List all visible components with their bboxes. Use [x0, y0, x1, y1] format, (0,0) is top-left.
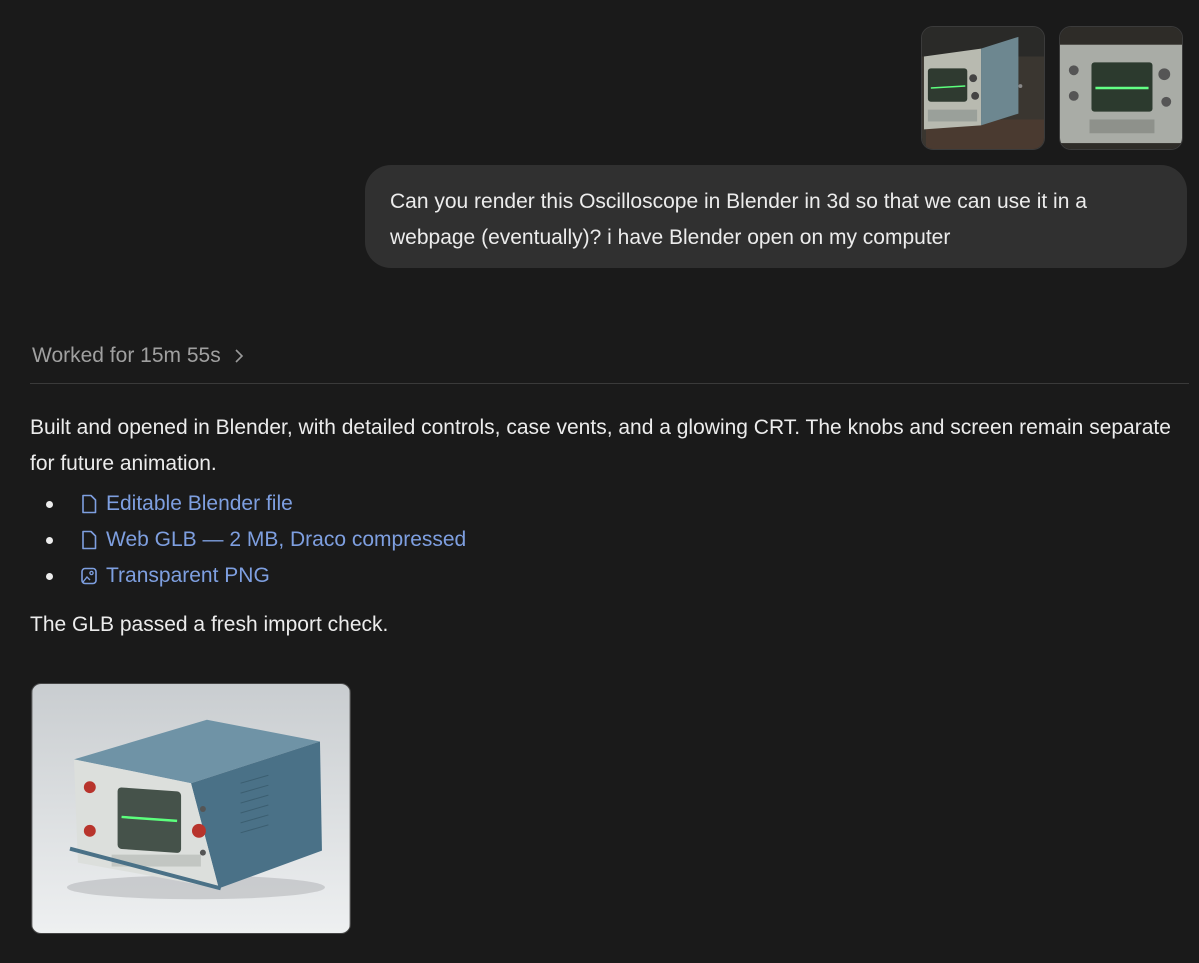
- chevron-right-icon: [235, 349, 243, 363]
- user-attachments: [921, 26, 1183, 150]
- response-summary: Built and opened in Blender, with detail…: [30, 416, 1171, 475]
- image-icon: [81, 567, 97, 585]
- oscilloscope-photo-side: [922, 27, 1044, 149]
- oscilloscope-photo-front: [1060, 27, 1182, 149]
- list-item: Editable Blender file: [30, 486, 1190, 522]
- assistant-response: Built and opened in Blender, with detail…: [30, 410, 1190, 643]
- list-item: Transparent PNG: [30, 558, 1190, 594]
- file-icon: [82, 530, 97, 550]
- render-preview-image[interactable]: [31, 683, 351, 934]
- bullet: [46, 536, 53, 544]
- bullet: [46, 572, 53, 580]
- file-link-label: Web GLB — 2 MB, Draco compressed: [106, 528, 467, 551]
- file-list: Editable Blender file Web GLB — 2 MB, Dr…: [30, 486, 1190, 594]
- transparent-png-link[interactable]: Transparent PNG: [80, 558, 270, 594]
- file-link-label: Transparent PNG: [106, 564, 270, 587]
- attachment-thumbnail-2[interactable]: [1059, 26, 1183, 150]
- divider: [30, 383, 1189, 384]
- web-glb-file-link[interactable]: Web GLB — 2 MB, Draco compressed: [80, 522, 466, 558]
- user-message-bubble: Can you render this Oscilloscope in Blen…: [365, 165, 1187, 268]
- worked-duration-label: Worked for 15m 55s: [32, 344, 221, 367]
- oscilloscope-render: [32, 684, 350, 933]
- user-message-text: Can you render this Oscilloscope in Blen…: [390, 190, 1087, 249]
- attachment-thumbnail-1[interactable]: [921, 26, 1045, 150]
- editable-blender-file-link[interactable]: Editable Blender file: [80, 486, 293, 522]
- file-icon: [82, 494, 97, 514]
- list-item: Web GLB — 2 MB, Draco compressed: [30, 522, 1190, 558]
- bullet: [46, 500, 53, 508]
- worked-duration-toggle[interactable]: Worked for 15m 55s: [32, 344, 245, 368]
- file-link-label: Editable Blender file: [106, 492, 293, 515]
- response-closing: The GLB passed a fresh import check.: [30, 613, 389, 636]
